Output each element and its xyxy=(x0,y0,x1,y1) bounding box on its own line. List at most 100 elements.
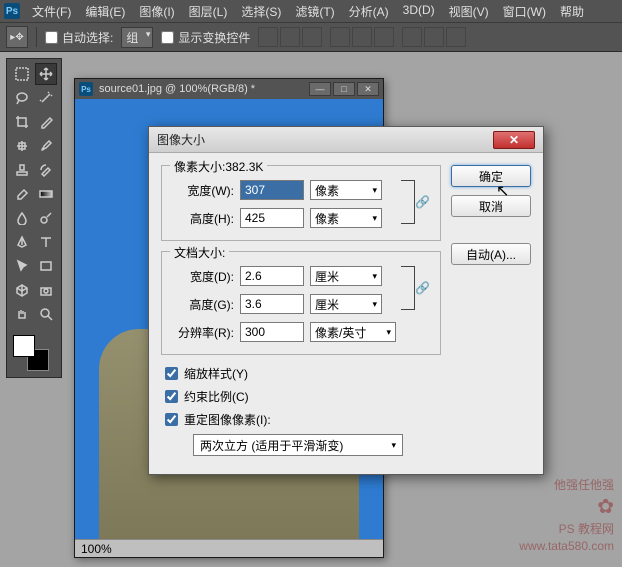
menu-view[interactable]: 视图(V) xyxy=(443,1,495,22)
move-tool-indicator-icon: ▸✥ xyxy=(6,26,28,48)
3d-tool[interactable] xyxy=(11,279,33,301)
width-cm-unit[interactable]: 厘米 xyxy=(310,266,382,286)
divider xyxy=(36,27,37,47)
align-bottom-icon[interactable] xyxy=(302,27,322,47)
pixel-dimensions-group: 像素大小:382.3K 宽度(W): 像素 高度(H): 像素 xyxy=(161,165,441,241)
menu-file[interactable]: 文件(F) xyxy=(26,1,77,22)
ok-button[interactable]: 确定 xyxy=(451,165,531,187)
menu-analysis[interactable]: 分析(A) xyxy=(343,1,395,22)
constrain-input[interactable] xyxy=(165,390,178,403)
distribute-3-icon[interactable] xyxy=(446,27,466,47)
camera-tool[interactable] xyxy=(35,279,57,301)
brush-tool[interactable] xyxy=(35,135,57,157)
heal-tool[interactable] xyxy=(11,135,33,157)
gradient-tool[interactable] xyxy=(35,183,57,205)
history-brush-tool[interactable] xyxy=(35,159,57,181)
auto-select-checkbox[interactable]: 自动选择: xyxy=(45,29,113,46)
distribute-2-icon[interactable] xyxy=(424,27,444,47)
auto-select-target[interactable]: 组 xyxy=(121,27,153,48)
show-transform-checkbox[interactable]: 显示变换控件 xyxy=(161,29,250,46)
width-px-unit[interactable]: 像素 xyxy=(310,180,382,200)
fg-color-swatch[interactable] xyxy=(13,335,35,357)
link-icon[interactable]: 🔗 xyxy=(415,195,430,209)
height-cm-input[interactable] xyxy=(240,294,304,314)
document-size-legend: 文档大小: xyxy=(170,244,229,261)
constrain-checkbox[interactable]: 约束比例(C) xyxy=(165,388,441,405)
resample-checkbox[interactable]: 重定图像像素(I): xyxy=(165,411,441,428)
scale-styles-label: 缩放样式(Y) xyxy=(184,365,248,382)
doc-minimize-button[interactable]: — xyxy=(309,82,331,96)
app-menubar: Ps 文件(F) 编辑(E) 图像(I) 图层(L) 选择(S) 滤镜(T) 分… xyxy=(0,0,622,22)
align-group xyxy=(258,27,322,47)
marquee-tool[interactable] xyxy=(11,63,33,85)
watermark: 他强任他强 ✿ PS 教程网 www.tata580.com xyxy=(519,477,614,555)
height-px-label: 高度(H): xyxy=(172,210,234,227)
menu-select[interactable]: 选择(S) xyxy=(235,1,287,22)
distribute-1-icon[interactable] xyxy=(402,27,422,47)
height-cm-unit[interactable]: 厘米 xyxy=(310,294,382,314)
resample-input[interactable] xyxy=(165,413,178,426)
align-hcenter-icon[interactable] xyxy=(352,27,372,47)
eyedropper-tool[interactable] xyxy=(35,111,57,133)
width-px-label: 宽度(W): xyxy=(172,182,234,199)
menu-window[interactable]: 窗口(W) xyxy=(497,1,552,22)
crop-tool[interactable] xyxy=(11,111,33,133)
width-cm-label: 宽度(D): xyxy=(172,268,234,285)
doc-close-button[interactable]: ✕ xyxy=(357,82,379,96)
scale-styles-input[interactable] xyxy=(165,367,178,380)
align-right-icon[interactable] xyxy=(374,27,394,47)
document-statusbar: 100% xyxy=(75,539,383,557)
resolution-label: 分辨率(R): xyxy=(172,324,234,341)
scale-styles-checkbox[interactable]: 缩放样式(Y) xyxy=(165,365,441,382)
auto-select-input[interactable] xyxy=(45,31,58,44)
menu-filter[interactable]: 滤镜(T) xyxy=(289,1,340,22)
move-tool[interactable] xyxy=(35,63,57,85)
doc-maximize-button[interactable]: □ xyxy=(333,82,355,96)
dodge-tool[interactable] xyxy=(35,207,57,229)
shape-tool[interactable] xyxy=(35,255,57,277)
menu-image[interactable]: 图像(I) xyxy=(133,1,180,22)
align-group-2 xyxy=(330,27,394,47)
menu-bar: 文件(F) 编辑(E) 图像(I) 图层(L) 选择(S) 滤镜(T) 分析(A… xyxy=(26,1,590,22)
hand-tool[interactable] xyxy=(11,303,33,325)
blur-tool[interactable] xyxy=(11,207,33,229)
dialog-close-button[interactable]: ✕ xyxy=(493,131,535,149)
pixel-dimensions-legend: 像素大小:382.3K xyxy=(170,158,267,175)
menu-edit[interactable]: 编辑(E) xyxy=(79,1,131,22)
resolution-unit[interactable]: 像素/英寸 xyxy=(310,322,396,342)
path-select-tool[interactable] xyxy=(11,255,33,277)
menu-help[interactable]: 帮助 xyxy=(554,1,590,22)
document-size-group: 文档大小: 宽度(D): 厘米 高度(G): 厘米 xyxy=(161,251,441,355)
lasso-tool[interactable] xyxy=(11,87,33,109)
zoom-level[interactable]: 100% xyxy=(81,542,112,556)
wand-tool[interactable] xyxy=(35,87,57,109)
resample-label: 重定图像像素(I): xyxy=(184,411,271,428)
menu-layer[interactable]: 图层(L) xyxy=(183,1,234,22)
height-px-unit[interactable]: 像素 xyxy=(310,208,382,228)
type-tool[interactable] xyxy=(35,231,57,253)
link-icon-2[interactable]: 🔗 xyxy=(415,281,430,295)
zoom-tool[interactable] xyxy=(35,303,57,325)
app-logo: Ps xyxy=(4,3,20,19)
show-transform-input[interactable] xyxy=(161,31,174,44)
color-swatches[interactable] xyxy=(11,333,51,373)
tool-palette xyxy=(6,58,62,378)
auto-button[interactable]: 自动(A)... xyxy=(451,243,531,265)
resolution-input[interactable] xyxy=(240,322,304,342)
height-px-input[interactable] xyxy=(240,208,304,228)
align-left-icon[interactable] xyxy=(330,27,350,47)
align-vcenter-icon[interactable] xyxy=(280,27,300,47)
eraser-tool[interactable] xyxy=(11,183,33,205)
stamp-tool[interactable] xyxy=(11,159,33,181)
dialog-titlebar[interactable]: 图像大小 ✕ xyxy=(149,127,543,153)
align-top-icon[interactable] xyxy=(258,27,278,47)
resample-method-select[interactable]: 两次立方 (适用于平滑渐变) xyxy=(193,434,403,456)
cancel-button[interactable]: 取消 xyxy=(451,195,531,217)
pen-tool[interactable] xyxy=(11,231,33,253)
width-cm-input[interactable] xyxy=(240,266,304,286)
dialog-title: 图像大小 xyxy=(157,131,493,148)
menu-3d[interactable]: 3D(D) xyxy=(397,1,441,22)
document-titlebar[interactable]: Ps source01.jpg @ 100%(RGB/8) * — □ ✕ xyxy=(75,79,383,99)
show-transform-label: 显示变换控件 xyxy=(178,29,250,46)
width-px-input[interactable] xyxy=(240,180,304,200)
